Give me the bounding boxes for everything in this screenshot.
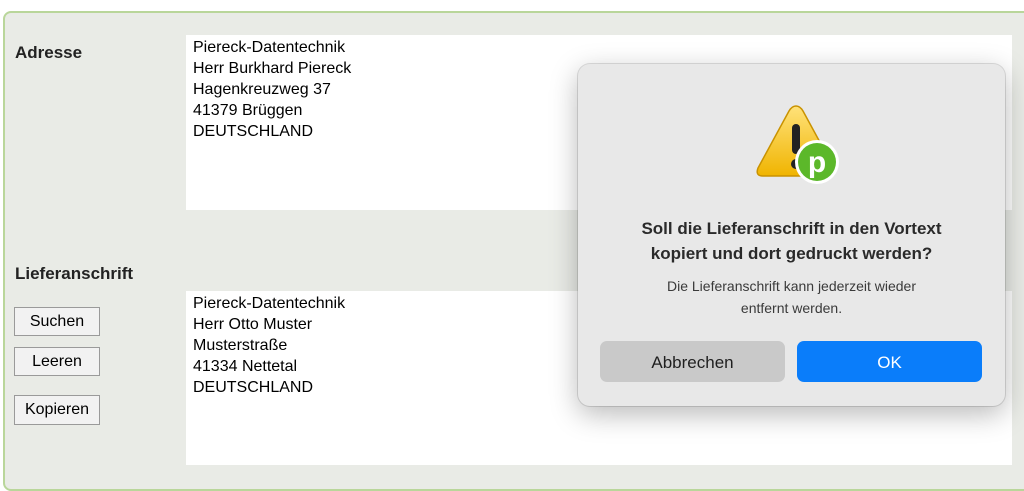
delivery-address-label: Lieferanschrift [15, 264, 134, 283]
dialog-title: Soll die Lieferanschrift in den Vortext … [598, 216, 985, 266]
confirm-dialog: p Soll die Lieferanschrift in den Vortex… [578, 64, 1005, 406]
dialog-message-line: Die Lieferanschrift kann jederzeit wiede… [666, 278, 916, 294]
badge-letter: p [808, 146, 826, 179]
dialog-title-line: Soll die Lieferanschrift in den Vortext [641, 219, 942, 238]
clear-button[interactable]: Leeren [14, 347, 100, 376]
dialog-message: Die Lieferanschrift kann jederzeit wiede… [618, 275, 965, 319]
copy-button[interactable]: Kopieren [14, 395, 100, 425]
dialog-message-line: entfernt werden. [740, 300, 843, 316]
search-button[interactable]: Suchen [14, 307, 100, 336]
cancel-button[interactable]: Abbrechen [600, 341, 785, 382]
warning-app-icon: p [756, 105, 839, 184]
address-line: Piereck-Datentechnik [193, 39, 346, 56]
address-label: Adresse [15, 43, 83, 62]
dialog-title-line: kopiert und dort gedruckt werden? [650, 244, 933, 263]
ok-button[interactable]: OK [797, 341, 982, 382]
